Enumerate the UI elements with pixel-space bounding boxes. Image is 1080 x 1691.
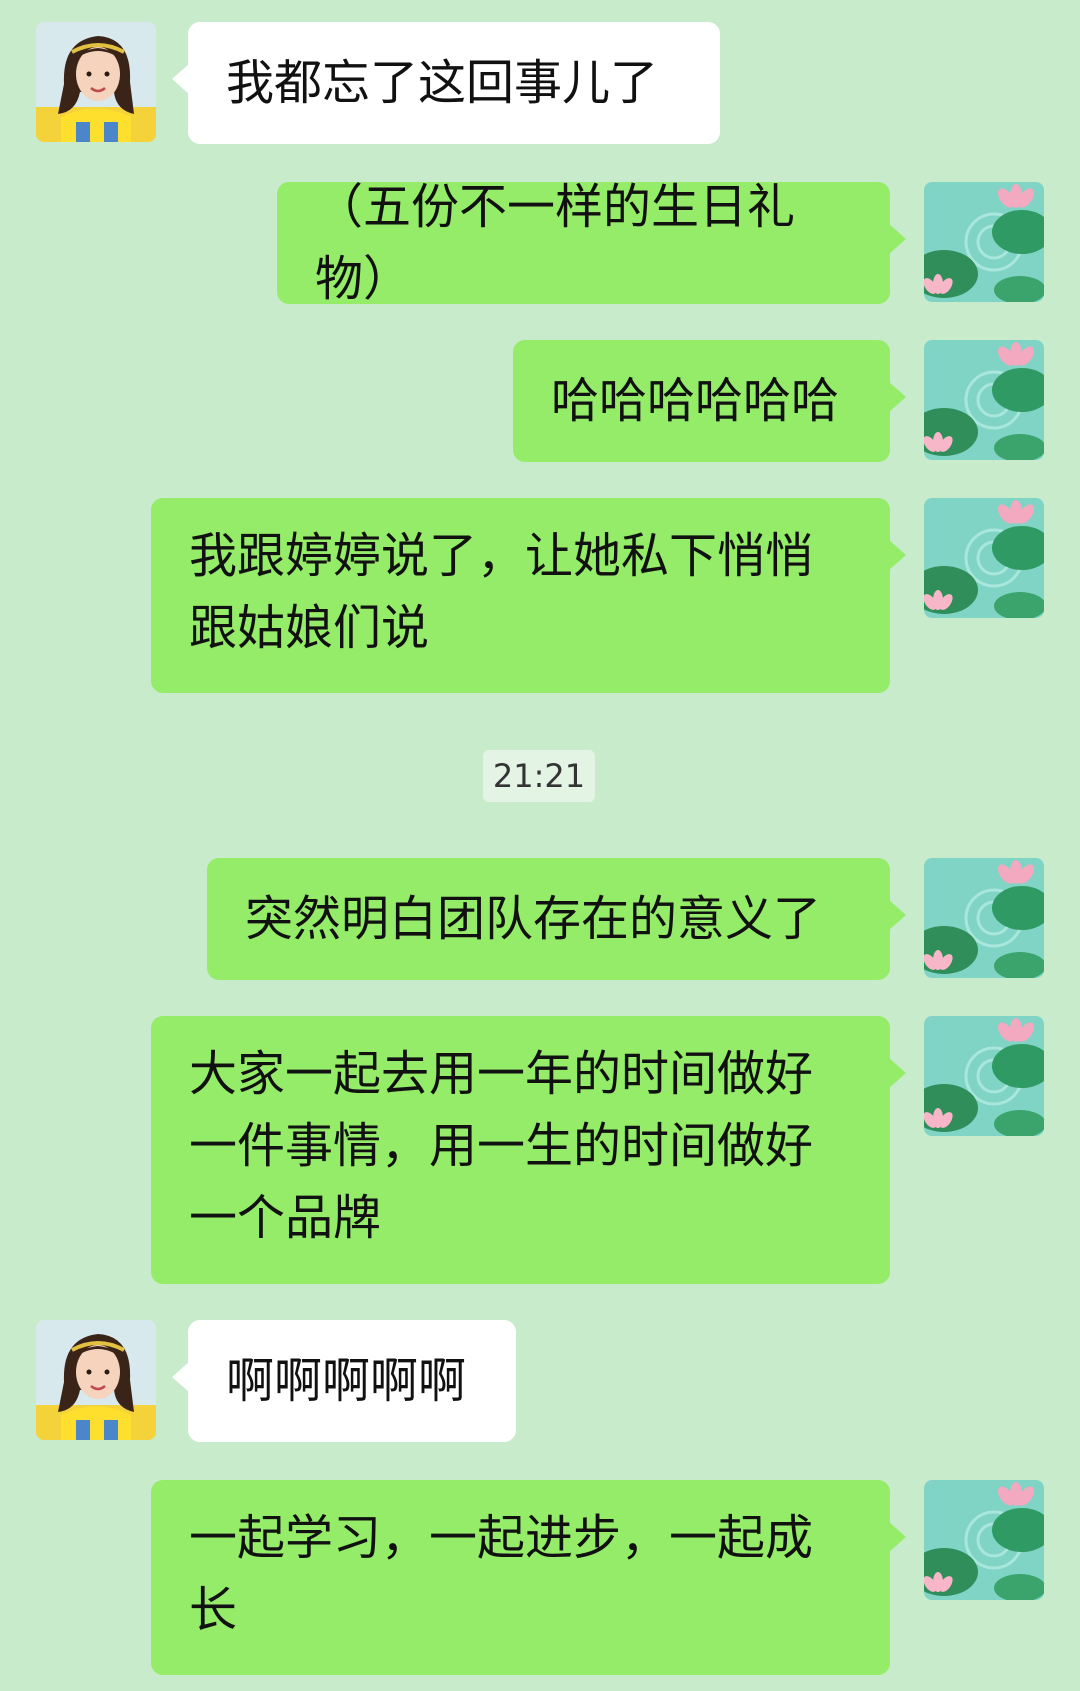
message-text: （五份不一样的生日礼物） xyxy=(315,179,796,307)
lotus-avatar-icon xyxy=(924,182,1044,302)
message-text: 突然明白团队存在的意义了 xyxy=(245,891,822,947)
message-text: 我都忘了这回事儿了 xyxy=(226,55,659,111)
contact-avatar[interactable] xyxy=(36,22,156,142)
message-text: 啊啊啊啊啊 xyxy=(226,1353,467,1409)
message-bubble-sent[interactable]: 突然明白团队存在的意义了 xyxy=(207,858,906,980)
girl-avatar-icon xyxy=(36,22,156,142)
my-avatar[interactable] xyxy=(924,858,1044,978)
lotus-avatar-icon xyxy=(924,1016,1044,1136)
lotus-avatar-icon xyxy=(924,858,1044,978)
message-bubble-received[interactable]: 我都忘了这回事儿了 xyxy=(172,22,720,144)
girl-avatar-icon xyxy=(36,1320,156,1440)
lotus-avatar-icon xyxy=(924,1480,1044,1600)
my-avatar[interactable] xyxy=(924,340,1044,460)
my-avatar[interactable] xyxy=(924,498,1044,618)
my-avatar[interactable] xyxy=(924,1480,1044,1600)
message-bubble-sent[interactable]: 哈哈哈哈哈哈 xyxy=(513,340,906,462)
message-timestamp: 21:21 xyxy=(483,750,595,802)
message-bubble-sent[interactable]: 大家一起去用一年的时间做好一件事情，用一生的时间做好一个品牌 xyxy=(151,1016,906,1284)
message-bubble-received[interactable]: 啊啊啊啊啊 xyxy=(172,1320,516,1442)
message-text: 一起学习，一起进步，一起成长 xyxy=(189,1510,814,1638)
lotus-avatar-icon xyxy=(924,340,1044,460)
message-bubble-sent[interactable]: （五份不一样的生日礼物） xyxy=(277,179,906,307)
message-text: 大家一起去用一年的时间做好一件事情，用一生的时间做好一个品牌 xyxy=(189,1046,814,1246)
my-avatar[interactable] xyxy=(924,1016,1044,1136)
contact-avatar[interactable] xyxy=(36,1320,156,1440)
lotus-avatar-icon xyxy=(924,498,1044,618)
chat-area[interactable]: 我都忘了这回事儿了 （五份不一样的生日礼物） 哈哈哈哈哈哈 我跟婷婷说了，让她私… xyxy=(0,0,1080,1691)
message-bubble-sent[interactable]: 一起学习，一起进步，一起成长 xyxy=(151,1480,906,1675)
message-text: 哈哈哈哈哈哈 xyxy=(551,373,840,429)
message-text: 我跟婷婷说了，让她私下悄悄跟姑娘们说 xyxy=(189,528,814,656)
my-avatar[interactable] xyxy=(924,182,1044,302)
message-bubble-sent[interactable]: 我跟婷婷说了，让她私下悄悄跟姑娘们说 xyxy=(151,498,906,693)
